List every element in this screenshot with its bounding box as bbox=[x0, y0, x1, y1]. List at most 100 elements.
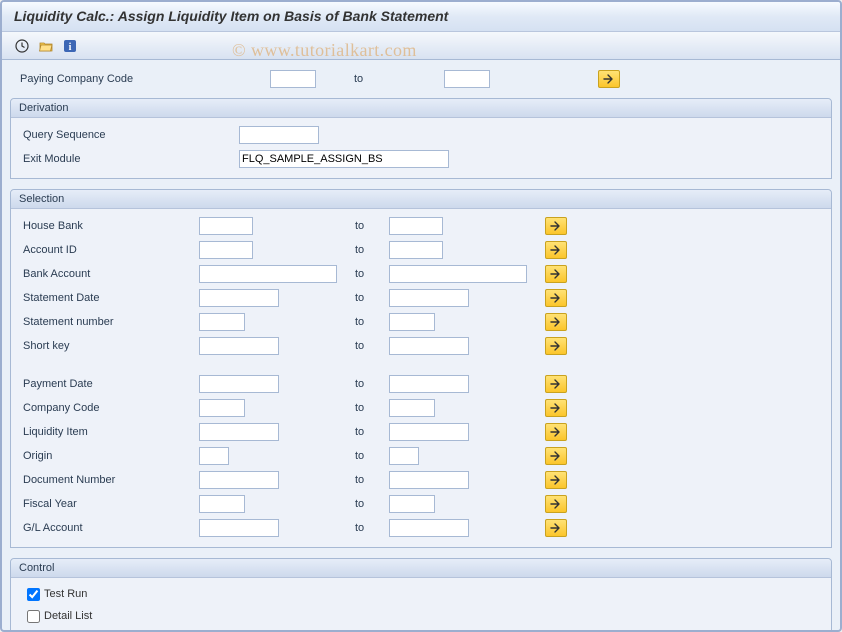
to-label: to bbox=[349, 292, 389, 304]
to-label: to bbox=[349, 268, 389, 280]
multiple-selection-button[interactable] bbox=[545, 265, 567, 283]
test-run-label[interactable]: Test Run bbox=[44, 588, 87, 600]
stmt-date-label: Statement Date bbox=[19, 292, 199, 304]
short-key-row: Short key to bbox=[19, 335, 823, 357]
title-bar: Liquidity Calc.: Assign Liquidity Item o… bbox=[2, 2, 840, 32]
arrow-right-icon bbox=[603, 74, 615, 84]
stmt-date-row: Statement Date to bbox=[19, 287, 823, 309]
payment-date-label: Payment Date bbox=[19, 378, 199, 390]
account-id-label: Account ID bbox=[19, 244, 199, 256]
account-id-to-input[interactable] bbox=[389, 241, 443, 259]
test-run-checkbox[interactable] bbox=[27, 588, 40, 601]
multiple-selection-button[interactable] bbox=[545, 495, 567, 513]
control-group: Control Test Run Detail List bbox=[10, 558, 832, 632]
origin-label: Origin bbox=[19, 450, 199, 462]
selection-group: Selection House BanktoAccount IDtoBank A… bbox=[10, 189, 832, 548]
gl-account-to-input[interactable] bbox=[389, 519, 469, 537]
arrow-right-icon bbox=[550, 499, 562, 509]
stmt-number-to-input[interactable] bbox=[389, 313, 435, 331]
arrow-right-icon bbox=[550, 523, 562, 533]
liq-item-row: Liquidity Itemto bbox=[19, 421, 823, 443]
company-code-from-input[interactable] bbox=[199, 399, 245, 417]
bank-account-from-input[interactable] bbox=[199, 265, 337, 283]
arrow-right-icon bbox=[550, 221, 562, 231]
query-sequence-input[interactable] bbox=[239, 126, 319, 144]
paying-company-code-from-input[interactable] bbox=[270, 70, 316, 88]
liq-item-from-input[interactable] bbox=[199, 423, 279, 441]
house-bank-from-input[interactable] bbox=[199, 217, 253, 235]
liq-item-to-input[interactable] bbox=[389, 423, 469, 441]
bank-account-row: Bank Accountto bbox=[19, 263, 823, 285]
to-label: to bbox=[349, 402, 389, 414]
account-id-from-input[interactable] bbox=[199, 241, 253, 259]
arrow-right-icon bbox=[550, 403, 562, 413]
multiple-selection-button[interactable] bbox=[598, 70, 620, 88]
origin-from-input[interactable] bbox=[199, 447, 229, 465]
multiple-selection-button[interactable] bbox=[545, 447, 567, 465]
stmt-date-to-input[interactable] bbox=[389, 289, 469, 307]
execute-button[interactable] bbox=[12, 37, 32, 55]
paying-company-code-label: Paying Company Code bbox=[20, 73, 270, 85]
multiple-selection-button[interactable] bbox=[545, 399, 567, 417]
multiple-selection-button[interactable] bbox=[545, 241, 567, 259]
window-title: Liquidity Calc.: Assign Liquidity Item o… bbox=[14, 8, 828, 24]
stmt-number-row: Statement number to bbox=[19, 311, 823, 333]
detail-list-checkbox[interactable] bbox=[27, 610, 40, 623]
paying-company-code-to-input[interactable] bbox=[444, 70, 490, 88]
test-run-row: Test Run bbox=[19, 584, 823, 604]
stmt-number-label: Statement number bbox=[19, 316, 199, 328]
arrow-right-icon bbox=[550, 293, 562, 303]
doc-number-to-input[interactable] bbox=[389, 471, 469, 489]
fiscal-year-from-input[interactable] bbox=[199, 495, 245, 513]
gl-account-from-input[interactable] bbox=[199, 519, 279, 537]
to-label: to bbox=[349, 474, 389, 486]
app-window: Liquidity Calc.: Assign Liquidity Item o… bbox=[0, 0, 842, 632]
to-label: to bbox=[349, 450, 389, 462]
multiple-selection-button[interactable] bbox=[545, 289, 567, 307]
to-label: to bbox=[324, 73, 444, 85]
selection-title: Selection bbox=[11, 190, 831, 209]
content-area: Paying Company Code to Derivation Query … bbox=[2, 60, 840, 632]
exit-module-input[interactable] bbox=[239, 150, 449, 168]
info-button[interactable]: i bbox=[60, 37, 80, 55]
origin-to-input[interactable] bbox=[389, 447, 419, 465]
bank-account-to-input[interactable] bbox=[389, 265, 527, 283]
multiple-selection-button[interactable] bbox=[545, 423, 567, 441]
variant-button[interactable] bbox=[36, 37, 56, 55]
short-key-to-input[interactable] bbox=[389, 337, 469, 355]
house-bank-to-input[interactable] bbox=[389, 217, 443, 235]
gl-account-label: G/L Account bbox=[19, 522, 199, 534]
payment-date-to-input[interactable] bbox=[389, 375, 469, 393]
arrow-right-icon bbox=[550, 269, 562, 279]
arrow-right-icon bbox=[550, 341, 562, 351]
multiple-selection-button[interactable] bbox=[545, 337, 567, 355]
gl-account-row: G/L Accountto bbox=[19, 517, 823, 539]
doc-number-from-input[interactable] bbox=[199, 471, 279, 489]
detail-list-label[interactable]: Detail List bbox=[44, 610, 92, 622]
arrow-right-icon bbox=[550, 379, 562, 389]
control-title: Control bbox=[11, 559, 831, 578]
multiple-selection-button[interactable] bbox=[545, 217, 567, 235]
payment-date-from-input[interactable] bbox=[199, 375, 279, 393]
origin-row: Origin to bbox=[19, 445, 823, 467]
multiple-selection-button[interactable] bbox=[545, 375, 567, 393]
company-code-to-input[interactable] bbox=[389, 399, 435, 417]
multiple-selection-button[interactable] bbox=[545, 519, 567, 537]
short-key-label: Short key bbox=[19, 340, 199, 352]
multiple-selection-button[interactable] bbox=[545, 471, 567, 489]
to-label: to bbox=[349, 340, 389, 352]
info-icon: i bbox=[63, 39, 77, 53]
stmt-date-from-input[interactable] bbox=[199, 289, 279, 307]
fiscal-year-to-input[interactable] bbox=[389, 495, 435, 513]
short-key-from-input[interactable] bbox=[199, 337, 279, 355]
query-sequence-label: Query Sequence bbox=[19, 129, 239, 141]
multiple-selection-button[interactable] bbox=[545, 313, 567, 331]
paying-company-code-row: Paying Company Code to bbox=[10, 66, 832, 96]
stmt-number-from-input[interactable] bbox=[199, 313, 245, 331]
to-label: to bbox=[349, 316, 389, 328]
house-bank-row: House Bankto bbox=[19, 215, 823, 237]
arrow-right-icon bbox=[550, 317, 562, 327]
folder-open-icon bbox=[39, 39, 53, 53]
derivation-group: Derivation Query Sequence Exit Module bbox=[10, 98, 832, 179]
house-bank-label: House Bank bbox=[19, 220, 199, 232]
